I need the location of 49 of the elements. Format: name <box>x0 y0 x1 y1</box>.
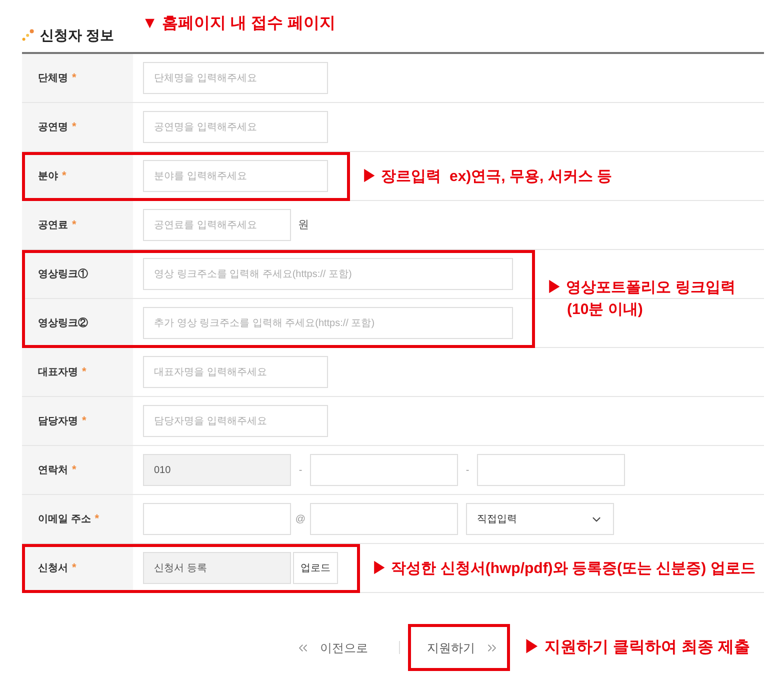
text-input[interactable]: 분야를 입력해주세요 <box>143 160 328 192</box>
section-title: 신청자 정보 <box>40 26 114 45</box>
field-label: 신청서 <box>38 562 68 576</box>
field-label: 연락처 <box>38 464 68 478</box>
annotation-note: ▶ 작성한 신청서(hwp/pdf)와 등록증(또는 신분증) 업로드 <box>372 558 756 578</box>
submit-button[interactable]: 지원하기 <box>408 624 510 671</box>
required-mark: * <box>72 70 76 86</box>
annotation-note: ▶ 지원하기 클릭하여 최종 제출 <box>524 638 750 658</box>
required-mark: * <box>72 218 76 233</box>
field-label: 공연명 <box>38 120 68 134</box>
text-input[interactable]: 추가 영상 링크주소를 입력해 주세요(https:// 포함) <box>143 307 513 339</box>
field-label: 이메일 주소 <box>38 512 91 526</box>
required-mark: * <box>72 120 76 135</box>
required-mark: * <box>72 462 76 478</box>
text-input[interactable]: 신청서 등록 <box>143 552 291 584</box>
annotation-note: ▼ 홈페이지 내 접수 페이지 <box>142 14 336 34</box>
field-label: 단체명 <box>38 72 68 86</box>
text-input[interactable]: 대표자명을 입력해주세요 <box>143 356 328 388</box>
text-input[interactable] <box>310 454 458 486</box>
unit-label: 원 <box>298 218 309 233</box>
field-label: 공연료 <box>38 218 68 232</box>
text-input[interactable]: 영상 링크주소를 입력해 주세요(https:// 포함) <box>143 258 513 290</box>
required-mark: * <box>94 512 100 527</box>
previous-button[interactable]: 이전으로 <box>296 638 368 656</box>
text-input[interactable] <box>310 503 458 535</box>
text-input[interactable] <box>477 454 625 486</box>
field-label: 대표자명 <box>38 366 78 380</box>
field-label: 영상링크① <box>38 268 88 282</box>
separator: @ <box>294 512 307 526</box>
dots-icon <box>22 29 34 41</box>
field-label: 분야 <box>38 170 58 184</box>
text-input[interactable]: 담당자명을 입력해주세요 <box>143 405 328 437</box>
text-input[interactable]: 010 <box>143 454 291 486</box>
required-mark: * <box>62 168 66 184</box>
upload-button[interactable]: 업로드 <box>293 552 338 584</box>
annotation-note: ▶ 영상포트폴리오 링크입력 (10분 이내) <box>547 278 736 320</box>
text-input[interactable]: 단체명을 입력해주세요 <box>143 62 328 94</box>
text-input[interactable]: 공연료를 입력해주세요 <box>143 209 291 241</box>
domain-select[interactable]: 직접입력 <box>466 503 614 535</box>
separator: - <box>298 464 304 478</box>
separator: - <box>464 464 470 478</box>
field-label: 영상링크② <box>38 316 88 330</box>
field-label: 담당자명 <box>38 414 78 428</box>
required-mark: * <box>72 560 76 576</box>
required-mark: * <box>82 414 86 429</box>
required-mark: * <box>82 364 86 380</box>
annotation-note: ▶ 장르입력 ex)연극, 무용, 서커스 등 <box>362 166 614 186</box>
text-input[interactable] <box>143 503 291 535</box>
text-input[interactable]: 공연명을 입력해주세요 <box>143 111 328 143</box>
